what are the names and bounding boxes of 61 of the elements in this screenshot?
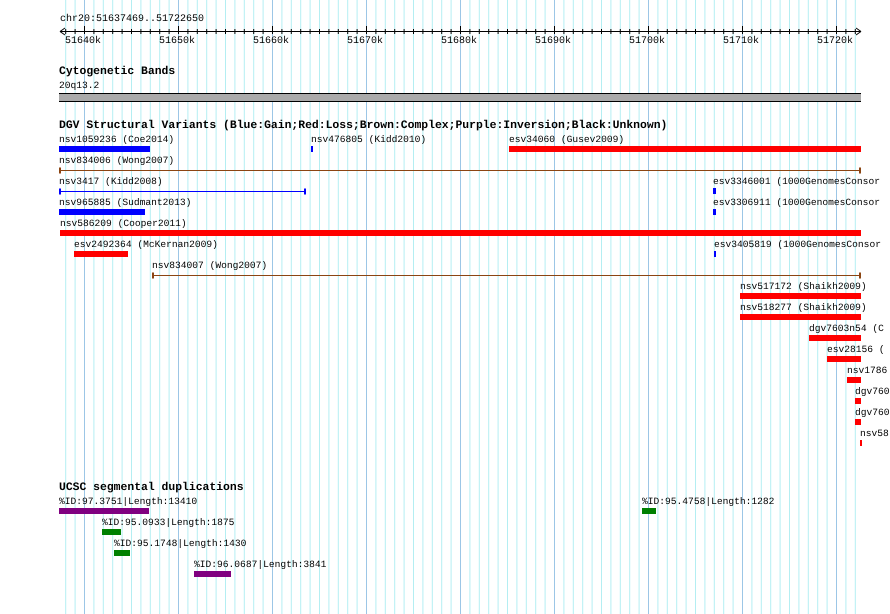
variant-bar[interactable] bbox=[713, 188, 716, 194]
duplication-bar[interactable] bbox=[642, 508, 656, 514]
tick-label: 51700k bbox=[629, 36, 666, 48]
feature-label: esv2492364 (McKernan2009) bbox=[74, 239, 218, 251]
duplication-bar[interactable] bbox=[59, 508, 149, 514]
feature-label: nsv965885 (Sudmant2013) bbox=[59, 197, 192, 209]
track-title: DGV Structural Variants (Blue:Gain;Red:Loss;Brown:Complex;Purple:Inversion;Black:Unknown) bbox=[59, 120, 668, 132]
feature-label: %ID:95.1748|Length:1430 bbox=[114, 538, 246, 550]
variant-bar[interactable] bbox=[740, 293, 861, 299]
feature-label: nsv517172 (Shaikh2009) bbox=[740, 281, 867, 293]
variant-bar[interactable] bbox=[713, 209, 716, 215]
tick-label: 51640k bbox=[65, 36, 102, 48]
feature-label: dgv7603n54 (C bbox=[809, 323, 884, 335]
tick-label: 51710k bbox=[723, 36, 760, 48]
feature-label: nsv586209 (Cooper2011) bbox=[60, 218, 187, 230]
variant-bar[interactable] bbox=[59, 209, 145, 215]
duplication-bar[interactable] bbox=[114, 550, 130, 556]
feature-label: %ID:96.0687|Length:3841 bbox=[194, 559, 326, 571]
variant-bar[interactable] bbox=[59, 146, 150, 152]
feature-label: esv3306911 (1000GenomesConsor bbox=[713, 197, 880, 209]
feature-label: %ID:97.3751|Length:13410 bbox=[59, 496, 198, 508]
feature-label: esv34060 (Gusev2009) bbox=[509, 134, 624, 146]
feature-label: nsv476805 (Kidd2010) bbox=[311, 134, 426, 146]
feature-label: esv3346001 (1000GenomesConsor bbox=[713, 176, 880, 188]
variant-bar[interactable] bbox=[74, 251, 128, 257]
tick-label: 51660k bbox=[253, 36, 290, 48]
variant-bar[interactable] bbox=[60, 230, 861, 236]
feature-label: 20q13.2 bbox=[59, 80, 100, 92]
tick-label: 51670k bbox=[347, 36, 384, 48]
feature-label: nsv834006 (Wong2007) bbox=[59, 155, 174, 167]
tick-label: 51650k bbox=[159, 36, 196, 48]
region-label: chr20:51637469..51722650 bbox=[60, 14, 204, 26]
feature-label: nsv58 bbox=[860, 428, 889, 440]
variant-line[interactable] bbox=[152, 272, 861, 279]
tick-label: 51690k bbox=[535, 36, 572, 48]
feature-label: nsv1059236 (Coe2014) bbox=[59, 134, 174, 146]
feature-label: esv3405819 (1000GenomesConsor bbox=[714, 239, 881, 251]
feature-label: nsv834007 (Wong2007) bbox=[152, 260, 268, 272]
track-title: Cytogenetic Bands bbox=[59, 66, 176, 78]
variant-line[interactable] bbox=[59, 167, 861, 174]
tick-label: 51720k bbox=[817, 36, 854, 48]
feature-label: dgv760 bbox=[855, 386, 890, 398]
tick-label: 51680k bbox=[441, 36, 478, 48]
feature-label: %ID:95.0933|Length:1875 bbox=[102, 517, 234, 529]
variant-bar[interactable] bbox=[847, 377, 861, 383]
variant-bar[interactable] bbox=[855, 419, 861, 425]
feature-label: dgv760 bbox=[855, 407, 890, 419]
feature-label: nsv518277 (Shaikh2009) bbox=[740, 302, 867, 314]
feature-label: %ID:95.4758|Length:1282 bbox=[642, 496, 774, 508]
duplication-bar[interactable] bbox=[102, 529, 121, 535]
feature-label: nsv3417 (Kidd2008) bbox=[59, 176, 163, 188]
variant-bar[interactable] bbox=[740, 314, 861, 320]
feature-label: esv28156 ( bbox=[827, 344, 885, 356]
track-title: UCSC segmental duplications bbox=[59, 482, 244, 494]
variant-bar[interactable] bbox=[809, 335, 861, 341]
variant-bar[interactable] bbox=[509, 146, 861, 152]
variant-bar[interactable] bbox=[827, 356, 861, 362]
variant-bar[interactable] bbox=[855, 398, 861, 404]
duplication-bar[interactable] bbox=[194, 571, 231, 577]
feature-label: nsv1786 bbox=[847, 365, 888, 377]
variant-line[interactable] bbox=[59, 188, 306, 195]
